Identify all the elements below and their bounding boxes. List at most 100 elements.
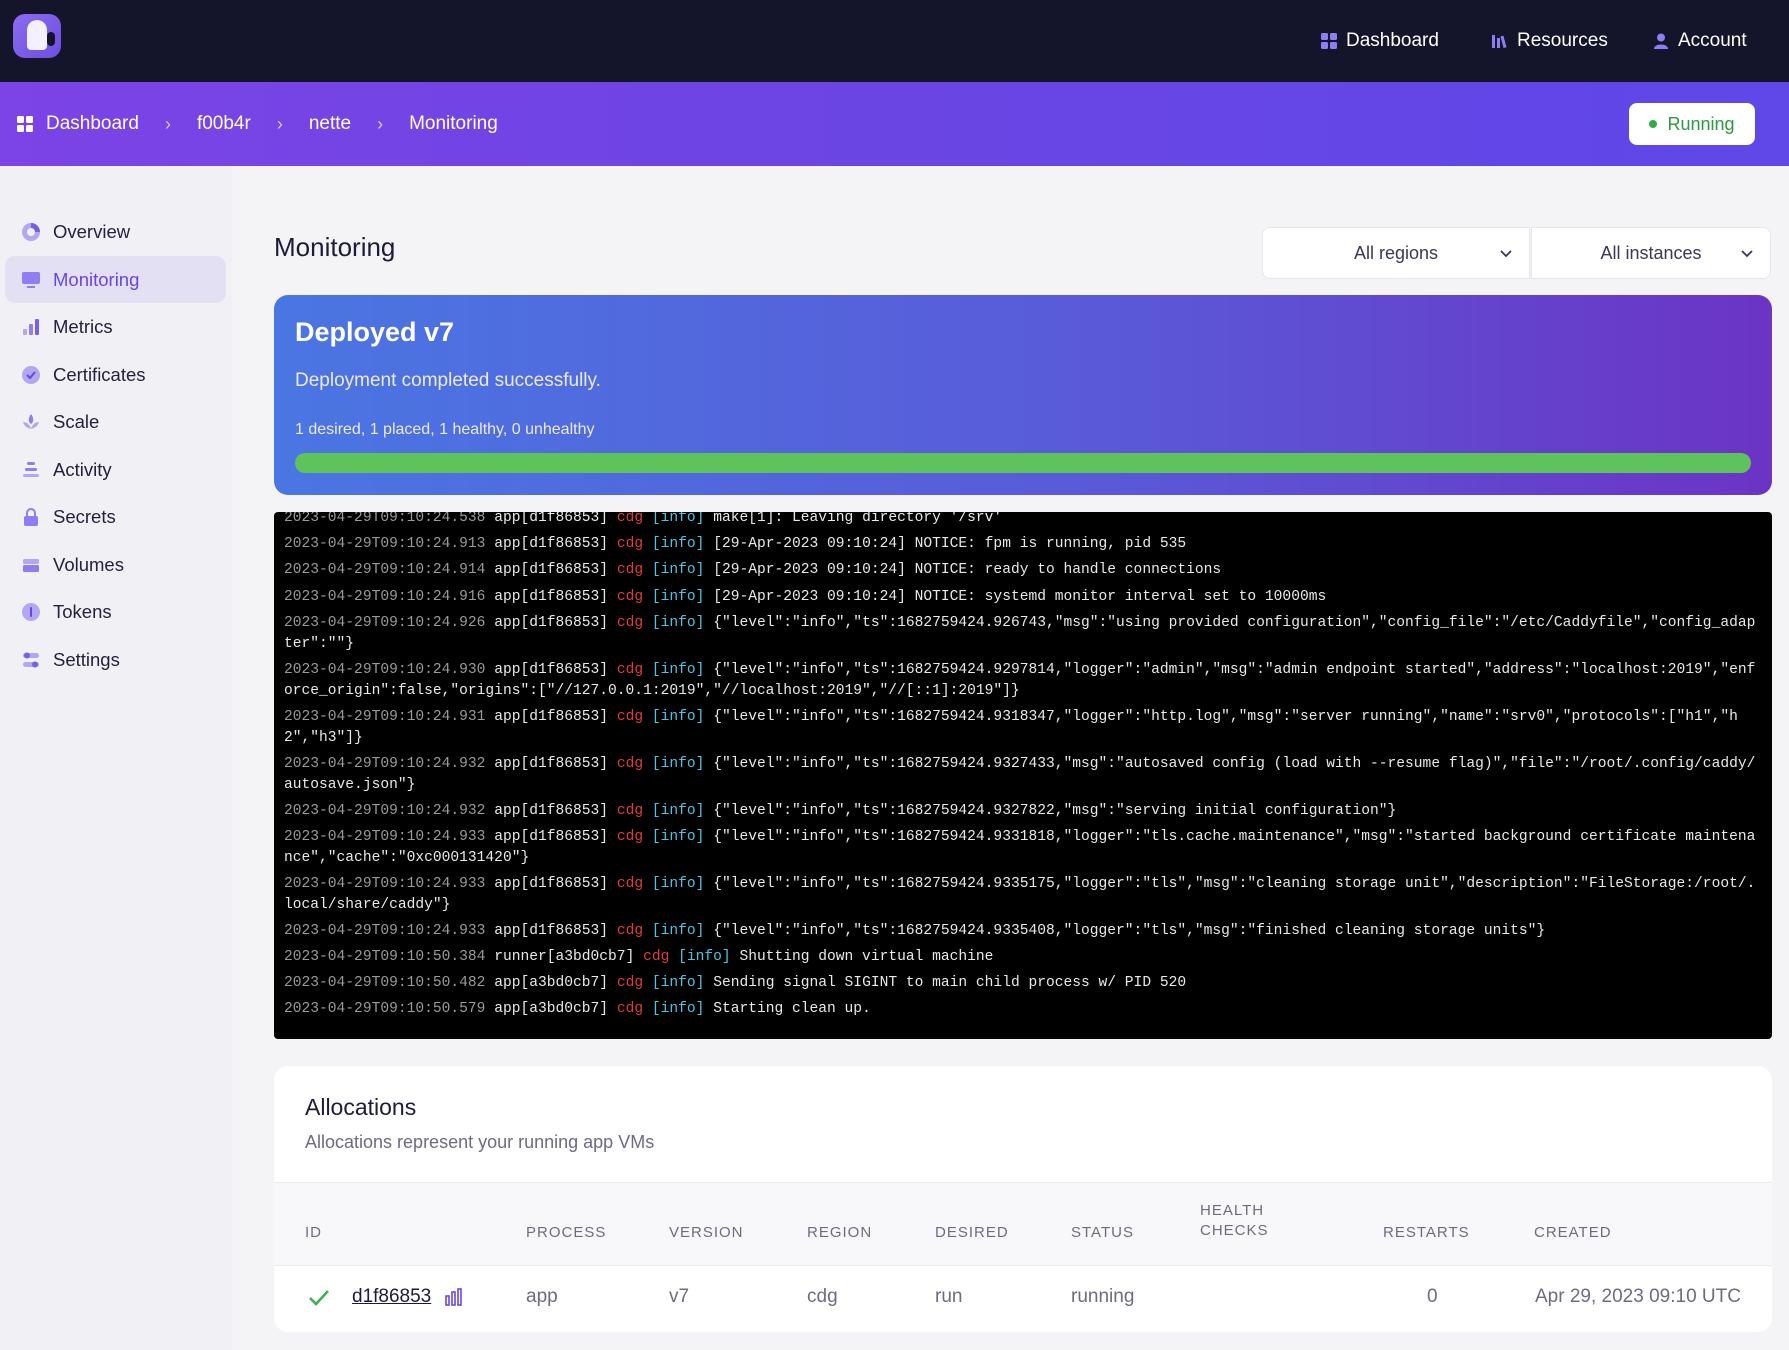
log-source: app[d1f86853] [494,708,609,725]
log-timestamp: 2023-04-29T09:10:24.913 [284,536,486,553]
log-source: app[a3bd0cb7] [494,975,609,992]
log-level: [info] [651,975,705,992]
log-level: [info] [651,562,705,579]
sidebar-item-activity[interactable]: Activity [5,446,226,493]
sidebar-item-label: Monitoring [53,268,140,290]
breadcrumb-bar: Dashboard › f00b4r › nette › Monitoring [0,82,1789,166]
instance-select[interactable]: All instances [1531,227,1771,279]
log-region: cdg [616,802,644,819]
log-message: {"level":"info","ts":1682759424.9335408,… [713,922,1546,939]
sidebar-item-secrets[interactable]: Secrets [5,493,226,540]
log-message: {"level":"info","ts":1682759424.9327822,… [713,802,1397,819]
volume-icon [23,558,39,572]
allocation-status: running [1071,1286,1135,1307]
chevron-down-icon [1741,250,1753,258]
log-level: [info] [651,828,705,845]
log-region: cdg [616,922,644,939]
allocation-region: cdg [807,1286,838,1307]
column-header-restarts: RESTARTS [1383,1224,1470,1241]
sidebar-item-label: Overview [53,220,131,242]
log-level: [info] [651,755,705,772]
log-source: app[d1f86853] [494,755,609,772]
log-timestamp: 2023-04-29T09:10:24.914 [284,562,486,579]
sidebar-item-volumes[interactable]: Volumes [5,541,226,588]
sidebar-item-label: Scale [53,410,100,432]
certificate-icon [22,365,40,384]
table-header: ID PROCESS VERSION REGION DESIRED STATUS… [274,1182,1772,1266]
log-source: runner[a3bd0cb7] [494,949,635,966]
log-level: [info] [651,661,705,678]
log-timestamp: 2023-04-29T09:10:50.579 [284,1001,486,1018]
region-select[interactable]: All regions [1262,227,1530,279]
log-source: app[d1f86853] [494,802,609,819]
topnav-resources-label: Resources [1517,30,1608,51]
sidebar-item-overview[interactable]: Overview [5,208,226,255]
allocation-id-link[interactable]: d1f86853 [352,1286,431,1308]
log-line: 2023-04-29T09:10:24.932 app[d1f86853] cd… [284,754,1764,796]
resources-icon [1492,35,1507,49]
log-line: 2023-04-29T09:10:50.384 runner[a3bd0cb7]… [284,947,1764,968]
log-source: app[d1f86853] [494,562,609,579]
column-header-status: STATUS [1071,1224,1134,1241]
column-header-created: CREATED [1534,1224,1612,1241]
topnav-account-label: Account [1678,30,1747,51]
log-timestamp: 2023-04-29T09:10:24.933 [284,875,486,892]
metrics-link-icon[interactable] [444,1287,464,1307]
chevron-right-icon: › [164,113,171,134]
log-line: 2023-04-29T09:10:24.933 app[d1f86853] cd… [284,827,1764,869]
lock-icon [24,507,38,526]
log-source: app[d1f86853] [494,875,609,892]
topnav-dashboard[interactable]: Dashboard [1320,0,1439,82]
topnav-resources[interactable]: Resources [1491,0,1608,82]
sidebar-item-settings[interactable]: Settings [5,636,226,683]
log-line: 2023-04-29T09:10:24.916 app[d1f86853] cd… [284,587,1764,608]
log-region: cdg [616,975,644,992]
top-bar: Dashboard Resources Account [0,0,1789,82]
breadcrumb-org[interactable]: f00b4r [197,113,251,135]
log-timestamp: 2023-04-29T09:10:24.933 [284,922,486,939]
breadcrumb-dashboard[interactable]: Dashboard [46,113,139,135]
allocation-created: Apr 29, 2023 09:10 UTC [1535,1286,1741,1307]
log-source: app[d1f86853] [494,512,609,526]
sidebar-item-tokens[interactable]: Tokens [5,588,226,635]
log-viewer[interactable]: 2023-04-29T09:10:24.538 app[d1f86853] cd… [274,512,1772,1039]
sidebar-item-monitoring[interactable]: Monitoring [5,256,226,303]
sidebar-item-scale[interactable]: Scale [5,398,226,445]
status-badge: Running [1629,103,1755,145]
sidebar-item-label: Settings [53,648,120,670]
log-level: [info] [651,875,705,892]
chevron-right-icon: › [377,113,384,134]
log-line: 2023-04-29T09:10:24.538 app[d1f86853] cd… [284,512,1764,529]
topnav-dashboard-label: Dashboard [1346,30,1439,51]
breadcrumb-app[interactable]: nette [309,113,351,135]
log-timestamp: 2023-04-29T09:10:24.930 [284,661,486,678]
log-region: cdg [616,1001,644,1018]
log-source: app[a3bd0cb7] [494,1001,609,1018]
log-message: Shutting down virtual machine [739,949,994,966]
log-message: [29-Apr-2023 09:10:24] NOTICE: systemd m… [713,588,1327,605]
sidebar-item-label: Tokens [53,600,112,622]
log-line: 2023-04-29T09:10:24.933 app[d1f86853] cd… [284,874,1764,916]
region-select-value: All regions [1353,242,1439,263]
column-header-version: VERSION [669,1224,744,1241]
allocation-version: v7 [669,1286,690,1307]
log-timestamp: 2023-04-29T09:10:24.932 [284,802,486,819]
column-header-region: REGION [807,1224,873,1241]
log-timestamp: 2023-04-29T09:10:50.384 [284,949,486,966]
app-logo[interactable] [13,14,61,58]
log-source: app[d1f86853] [494,828,609,845]
topnav-account[interactable]: Account [1652,0,1747,82]
sidebar-item-certificates[interactable]: Certificates [5,351,226,398]
log-region: cdg [616,562,644,579]
log-message: [29-Apr-2023 09:10:24] NOTICE: ready to … [713,562,1222,579]
page-title: Monitoring [274,232,396,262]
deployment-message: Deployment completed successfully. [295,370,601,391]
log-message: make[1]: Leaving directory '/srv' [713,512,1003,526]
overview-icon [22,222,40,241]
sidebar-item-metrics[interactable]: Metrics [5,303,226,350]
log-source: app[d1f86853] [494,661,609,678]
log-timestamp: 2023-04-29T09:10:24.538 [284,512,486,526]
log-region: cdg [616,614,644,631]
log-source: app[d1f86853] [494,536,609,553]
allocation-restarts: 0 [1427,1286,1438,1307]
